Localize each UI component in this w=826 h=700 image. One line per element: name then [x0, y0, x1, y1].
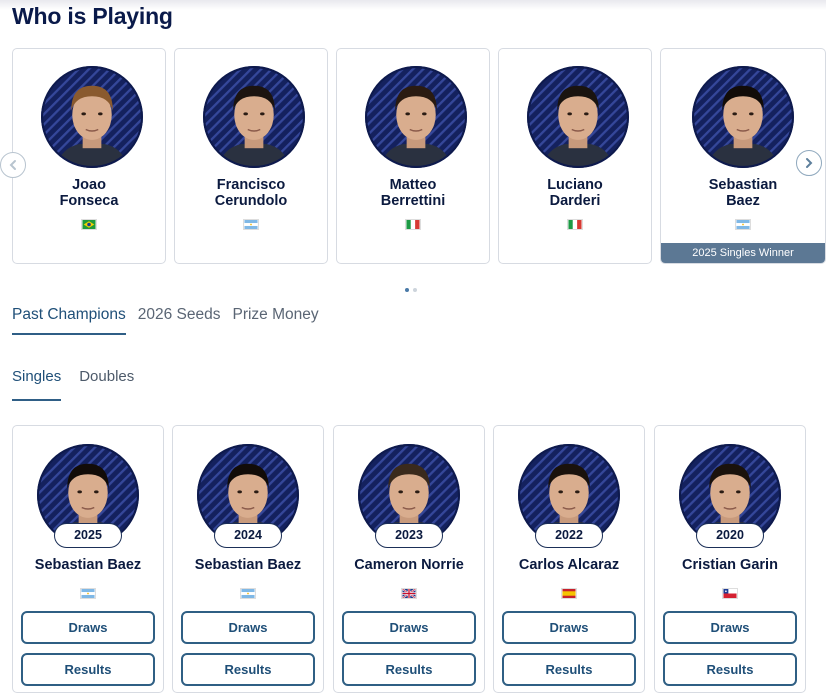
draws-button[interactable]: Draws — [21, 611, 155, 644]
tab-prize-money[interactable]: Prize Money — [232, 306, 318, 335]
flag-icon — [735, 217, 751, 230]
champion-name: Cameron Norrie — [354, 557, 464, 573]
flag-icon — [81, 217, 97, 230]
year-badge: 2024 — [214, 523, 282, 548]
results-button[interactable]: Results — [342, 653, 476, 686]
champion-card: 2023 Cameron Norrie Draws Results — [333, 425, 485, 693]
results-button[interactable]: Results — [663, 653, 797, 686]
player-card[interactable]: Joao Fonseca — [12, 48, 166, 264]
carousel-dot[interactable] — [413, 288, 417, 292]
champion-name: Carlos Alcaraz — [518, 557, 620, 573]
sub-tabs: Singles Doubles — [12, 368, 134, 401]
results-button[interactable]: Results — [502, 653, 636, 686]
year-badge: 2020 — [696, 523, 764, 548]
champion-name: Sebastian Baez — [194, 557, 302, 573]
player-carousel: Joao Fonseca Francisco Cerundolo Matteo Ber… — [0, 48, 826, 266]
year-badge: 2022 — [535, 523, 603, 548]
player-photo — [526, 65, 630, 169]
flag-icon — [405, 217, 421, 230]
chevron-left-icon — [9, 160, 16, 170]
champion-name: Cristian Garin — [682, 557, 778, 573]
flag-icon — [243, 217, 259, 230]
player-name: Luciano Darderi — [547, 177, 603, 209]
main-tabs: Past Champions 2026 Seeds Prize Money — [12, 306, 319, 335]
player-card[interactable]: Luciano Darderi — [498, 48, 652, 264]
flag-icon — [722, 586, 738, 599]
player-name: Francisco Cerundolo — [214, 177, 288, 209]
flag-icon — [240, 586, 256, 599]
carousel-next-button[interactable] — [796, 150, 822, 176]
player-name: Matteo Berrettini — [380, 177, 446, 209]
draws-button[interactable]: Draws — [342, 611, 476, 644]
flag-icon — [561, 586, 577, 599]
year-badge: 2025 — [54, 523, 122, 548]
player-photo — [40, 65, 144, 169]
draws-button[interactable]: Draws — [181, 611, 315, 644]
champion-card: 2022 Carlos Alcaraz Draws Results — [493, 425, 645, 693]
player-card[interactable]: Matteo Berrettini — [336, 48, 490, 264]
winner-banner: 2025 Singles Winner — [661, 243, 825, 263]
carousel-dot[interactable] — [405, 288, 409, 292]
player-photo — [202, 65, 306, 169]
carousel-prev-button[interactable] — [0, 152, 26, 178]
player-name: Joao Fonseca — [59, 177, 119, 209]
results-button[interactable]: Results — [181, 653, 315, 686]
year-badge: 2023 — [375, 523, 443, 548]
flag-icon — [80, 586, 96, 599]
results-button[interactable]: Results — [21, 653, 155, 686]
champion-name: Sebastian Baez — [34, 557, 142, 573]
section-title: Who is Playing — [12, 3, 173, 29]
tab-2026-seeds[interactable]: 2026 Seeds — [138, 306, 221, 335]
tab-singles[interactable]: Singles — [12, 368, 62, 401]
player-photo — [364, 65, 468, 169]
flag-icon — [567, 217, 583, 230]
champion-card: 2024 Sebastian Baez Draws Results — [172, 425, 324, 693]
chevron-right-icon — [806, 158, 813, 168]
player-card[interactable]: Francisco Cerundolo — [174, 48, 328, 264]
champion-card: 2020 Cristian Garin Draws Results — [654, 425, 806, 693]
player-name: Sebastian Baez — [708, 177, 778, 209]
tab-doubles[interactable]: Doubles — [79, 368, 134, 401]
carousel-dots — [405, 288, 417, 292]
player-photo — [691, 65, 795, 169]
champion-card: 2025 Sebastian Baez Draws Results — [12, 425, 164, 693]
flag-icon — [401, 586, 417, 599]
tab-past-champions[interactable]: Past Champions — [12, 306, 126, 335]
draws-button[interactable]: Draws — [502, 611, 636, 644]
draws-button[interactable]: Draws — [663, 611, 797, 644]
